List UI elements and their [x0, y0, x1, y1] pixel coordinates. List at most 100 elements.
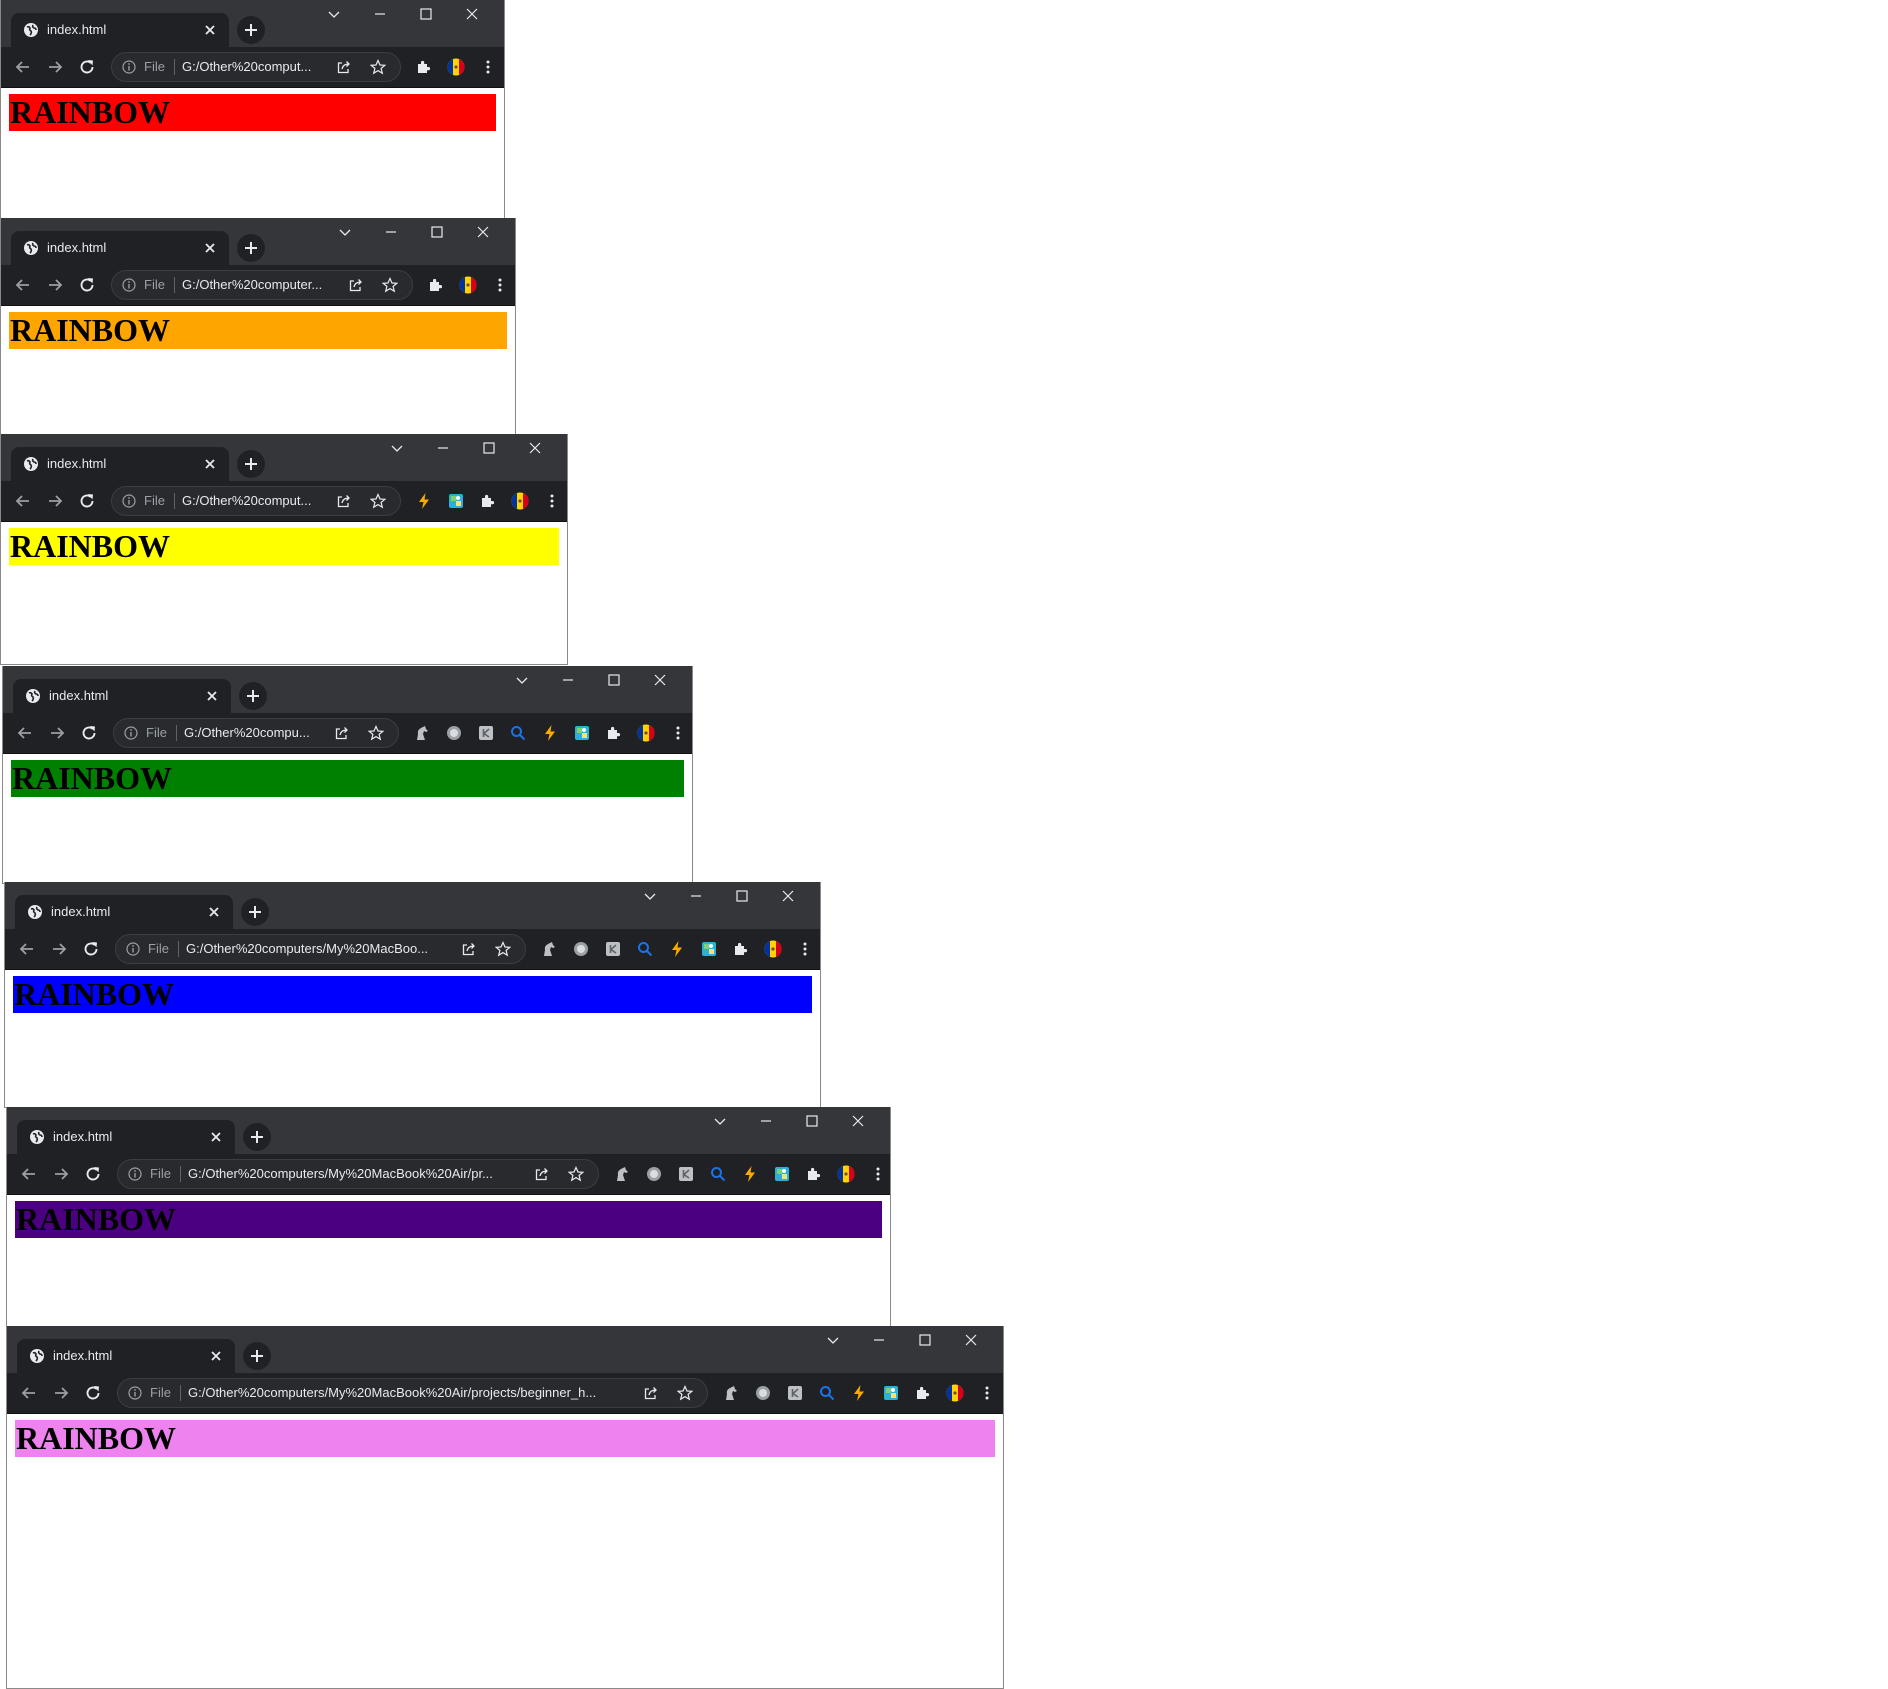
close-tab-icon[interactable] — [201, 21, 219, 39]
minimize-button[interactable] — [754, 1109, 778, 1133]
map-extension-icon[interactable] — [447, 492, 465, 510]
address-bar[interactable]: File G:/Other%20comput... — [111, 486, 401, 516]
extensions-puzzle-icon[interactable] — [914, 1384, 932, 1402]
browser-menu-icon[interactable] — [543, 492, 561, 510]
close-window-button[interactable] — [460, 2, 484, 26]
maximize-button[interactable] — [800, 1109, 824, 1133]
close-tab-icon[interactable] — [203, 687, 221, 705]
url-text[interactable]: G:/Other%20computers/My%20MacBook%20Air/… — [188, 1385, 629, 1400]
horse-extension-icon[interactable] — [413, 724, 431, 742]
reload-button[interactable] — [77, 57, 97, 77]
browser-menu-icon[interactable] — [796, 940, 814, 958]
back-button[interactable] — [19, 1383, 39, 1403]
maximize-button[interactable] — [414, 2, 438, 26]
info-icon[interactable] — [122, 494, 136, 508]
close-window-button[interactable] — [523, 436, 547, 460]
letter-k-extension-icon[interactable] — [604, 940, 622, 958]
new-tab-button[interactable] — [237, 450, 265, 478]
profile-avatar[interactable] — [447, 58, 465, 76]
info-icon[interactable] — [128, 1386, 142, 1400]
new-tab-button[interactable] — [243, 1123, 271, 1151]
tab-index-html[interactable]: index.html — [13, 679, 231, 713]
info-icon[interactable] — [126, 942, 140, 956]
browser-menu-icon[interactable] — [491, 276, 509, 294]
maximize-button[interactable] — [602, 668, 626, 692]
circle-extension-icon[interactable] — [645, 1165, 663, 1183]
map-extension-icon[interactable] — [573, 724, 591, 742]
close-tab-icon[interactable] — [201, 239, 219, 257]
tab-index-html[interactable]: index.html — [17, 1339, 235, 1373]
back-button[interactable] — [17, 939, 37, 959]
url-text[interactable]: G:/Other%20comput... — [182, 59, 322, 74]
browser-menu-icon[interactable] — [479, 58, 497, 76]
map-extension-icon[interactable] — [700, 940, 718, 958]
url-text[interactable]: G:/Other%20computer... — [182, 277, 334, 292]
back-button[interactable] — [13, 57, 33, 77]
letter-k-extension-icon[interactable] — [477, 724, 495, 742]
back-button[interactable] — [13, 491, 33, 511]
minimize-button[interactable] — [684, 884, 708, 908]
back-button[interactable] — [15, 723, 35, 743]
share-icon[interactable] — [348, 277, 364, 293]
search-extension-icon[interactable] — [636, 940, 654, 958]
share-icon[interactable] — [334, 725, 350, 741]
url-text[interactable]: G:/Other%20compu... — [184, 725, 320, 740]
browser-menu-icon[interactable] — [669, 724, 687, 742]
close-window-button[interactable] — [648, 668, 672, 692]
profile-avatar[interactable] — [946, 1384, 964, 1402]
profile-avatar[interactable] — [764, 940, 782, 958]
circle-extension-icon[interactable] — [572, 940, 590, 958]
search-extension-icon[interactable] — [818, 1384, 836, 1402]
bolt-extension-icon[interactable] — [850, 1384, 868, 1402]
minimize-button[interactable] — [556, 668, 580, 692]
back-button[interactable] — [19, 1164, 39, 1184]
close-window-button[interactable] — [959, 1328, 983, 1352]
profile-avatar[interactable] — [511, 492, 529, 510]
close-tab-icon[interactable] — [207, 1128, 225, 1146]
forward-button[interactable] — [51, 1383, 71, 1403]
tab-index-html[interactable]: index.html — [17, 1120, 235, 1154]
minimize-button[interactable] — [379, 220, 403, 244]
minimize-button[interactable] — [867, 1328, 891, 1352]
minimize-button[interactable] — [431, 436, 455, 460]
share-icon[interactable] — [534, 1166, 550, 1182]
tab-search-chevron-icon[interactable] — [821, 1328, 845, 1352]
extensions-puzzle-icon[interactable] — [605, 724, 623, 742]
reload-button[interactable] — [77, 275, 97, 295]
close-tab-icon[interactable] — [207, 1347, 225, 1365]
maximize-button[interactable] — [477, 436, 501, 460]
share-icon[interactable] — [643, 1385, 659, 1401]
tab-search-chevron-icon[interactable] — [322, 2, 346, 26]
tab-search-chevron-icon[interactable] — [333, 220, 357, 244]
bookmark-star-icon[interactable] — [676, 1385, 694, 1401]
letter-k-extension-icon[interactable] — [786, 1384, 804, 1402]
reload-button[interactable] — [79, 723, 99, 743]
bookmark-star-icon[interactable] — [567, 1166, 585, 1182]
extensions-puzzle-icon[interactable] — [805, 1165, 823, 1183]
back-button[interactable] — [13, 275, 33, 295]
circle-extension-icon[interactable] — [754, 1384, 772, 1402]
address-bar[interactable]: File G:/Other%20computer... — [111, 270, 413, 300]
profile-avatar[interactable] — [637, 724, 655, 742]
url-text[interactable]: G:/Other%20computers/My%20MacBook%20Air/… — [188, 1166, 520, 1181]
tab-search-chevron-icon[interactable] — [385, 436, 409, 460]
bookmark-star-icon[interactable] — [381, 277, 399, 293]
search-extension-icon[interactable] — [509, 724, 527, 742]
info-icon[interactable] — [122, 278, 136, 292]
share-icon[interactable] — [336, 59, 352, 75]
extensions-puzzle-icon[interactable] — [415, 58, 433, 76]
new-tab-button[interactable] — [237, 234, 265, 262]
info-icon[interactable] — [128, 1167, 142, 1181]
forward-button[interactable] — [51, 1164, 71, 1184]
bolt-extension-icon[interactable] — [668, 940, 686, 958]
bookmark-star-icon[interactable] — [367, 725, 385, 741]
info-icon[interactable] — [122, 60, 136, 74]
new-tab-button[interactable] — [241, 898, 269, 926]
bolt-extension-icon[interactable] — [741, 1165, 759, 1183]
tab-index-html[interactable]: index.html — [11, 447, 229, 481]
maximize-button[interactable] — [730, 884, 754, 908]
info-icon[interactable] — [124, 726, 138, 740]
reload-button[interactable] — [83, 1164, 103, 1184]
extensions-puzzle-icon[interactable] — [427, 276, 445, 294]
address-bar[interactable]: File G:/Other%20computers/My%20MacBoo... — [115, 934, 526, 964]
